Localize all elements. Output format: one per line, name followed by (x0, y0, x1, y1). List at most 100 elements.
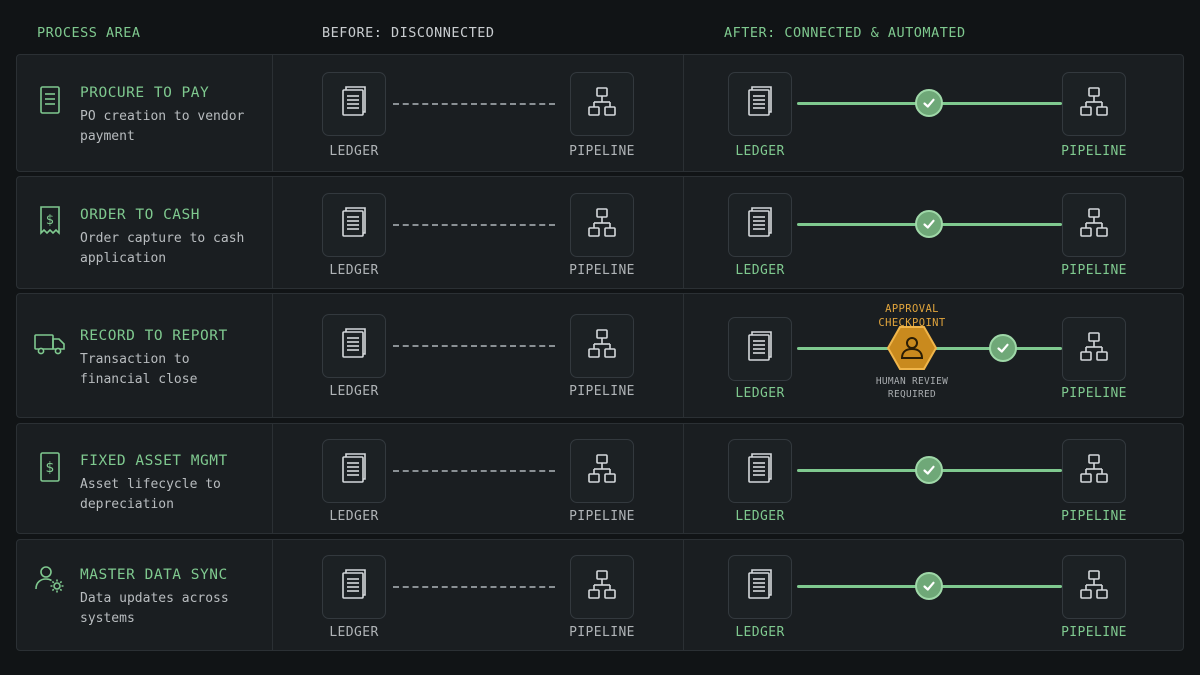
disconnected-dashed-line (393, 586, 555, 588)
column-divider (272, 294, 273, 417)
process-description: Order capture to cash application (80, 231, 245, 266)
after-ledger-label: LEDGER (735, 263, 785, 278)
check-icon (915, 89, 943, 117)
svg-text:$: $ (46, 213, 54, 228)
ledger-icon (743, 206, 777, 244)
column-divider (272, 424, 273, 533)
after-ledger-node (728, 439, 792, 503)
process-row: MASTER DATA SYNC Data updates across syst… (16, 539, 1184, 651)
process-row: $ FIXED ASSET MGMT Asset lifecycle to depr… (16, 423, 1184, 534)
process-title: FIXED ASSET MGMT (80, 453, 228, 469)
disconnected-dashed-line (393, 470, 555, 472)
column-divider (272, 177, 273, 288)
ledger-icon (743, 452, 777, 490)
disconnected-dashed-line (393, 103, 555, 105)
pipeline-icon (585, 452, 619, 490)
process-title: ORDER TO CASH (80, 207, 200, 223)
disconnected-dashed-line (393, 345, 555, 347)
before-ledger-node (322, 314, 386, 378)
after-ledger-label: LEDGER (735, 386, 785, 401)
ledger-icon (337, 206, 371, 244)
user-gear-icon (33, 562, 67, 596)
after-ledger-node (728, 72, 792, 136)
after-ledger-node (728, 555, 792, 619)
before-ledger-label: LEDGER (329, 625, 379, 640)
process-title: RECORD TO REPORT (80, 328, 228, 344)
pipeline-icon (585, 327, 619, 365)
process-row: RECORD TO REPORT Transaction to financial… (16, 293, 1184, 418)
after-pipeline-node (1062, 72, 1126, 136)
before-pipeline-label: PIPELINE (569, 625, 635, 640)
before-pipeline-label: PIPELINE (569, 263, 635, 278)
pipeline-icon (585, 206, 619, 244)
after-pipeline-node (1062, 193, 1126, 257)
document-icon (33, 83, 67, 117)
ledger-icon (743, 85, 777, 123)
check-icon (915, 456, 943, 484)
after-pipeline-label: PIPELINE (1061, 263, 1127, 278)
after-pipeline-label: PIPELINE (1061, 144, 1127, 159)
process-description: Transaction to financial close (80, 352, 198, 387)
before-pipeline-node (570, 193, 634, 257)
human-review-note: HUMAN REVIEW REQUIRED (875, 376, 949, 400)
before-ledger-node (322, 72, 386, 136)
dollar-document-icon: $ (33, 450, 67, 484)
before-ledger-node (322, 193, 386, 257)
process-title: PROCURE TO PAY (80, 85, 210, 101)
before-ledger-label: LEDGER (329, 509, 379, 524)
after-pipeline-node (1062, 555, 1126, 619)
before-pipeline-node (570, 72, 634, 136)
before-pipeline-node (570, 439, 634, 503)
before-pipeline-label: PIPELINE (569, 144, 635, 159)
header-before: BEFORE: DISCONNECTED (322, 25, 495, 41)
pipeline-icon (585, 85, 619, 123)
truck-icon (33, 326, 67, 360)
process-description: PO creation to vendor payment (80, 109, 245, 144)
header-process-area: PROCESS AREA (37, 25, 141, 41)
after-ledger-label: LEDGER (735, 625, 785, 640)
before-ledger-label: LEDGER (329, 384, 379, 399)
check-icon (989, 334, 1017, 362)
column-divider (683, 424, 684, 533)
after-pipeline-node (1062, 317, 1126, 381)
before-pipeline-node (570, 555, 634, 619)
pipeline-icon (1077, 452, 1111, 490)
process-row: PROCURE TO PAY PO creation to vendor paym… (16, 54, 1184, 172)
column-divider (683, 55, 684, 171)
before-pipeline-label: PIPELINE (569, 384, 635, 399)
column-divider (683, 177, 684, 288)
pipeline-icon (1077, 206, 1111, 244)
ledger-icon (743, 568, 777, 606)
ledger-icon (337, 452, 371, 490)
process-row: $ ORDER TO CASH Order capture to cash appl… (16, 176, 1184, 289)
after-ledger-node (728, 193, 792, 257)
after-pipeline-label: PIPELINE (1061, 386, 1127, 401)
disconnected-dashed-line (393, 224, 555, 226)
after-pipeline-node (1062, 439, 1126, 503)
column-divider (272, 540, 273, 650)
before-ledger-label: LEDGER (329, 144, 379, 159)
receipt-dollar-icon: $ (33, 203, 67, 237)
pipeline-icon (1077, 568, 1111, 606)
ledger-icon (743, 330, 777, 368)
check-icon (915, 572, 943, 600)
before-pipeline-node (570, 314, 634, 378)
after-pipeline-label: PIPELINE (1061, 509, 1127, 524)
after-ledger-label: LEDGER (735, 509, 785, 524)
ledger-icon (337, 568, 371, 606)
after-ledger-label: LEDGER (735, 144, 785, 159)
column-divider (683, 294, 684, 417)
before-ledger-node (322, 555, 386, 619)
pipeline-icon (585, 568, 619, 606)
ledger-icon (337, 327, 371, 365)
before-pipeline-label: PIPELINE (569, 509, 635, 524)
before-ledger-label: LEDGER (329, 263, 379, 278)
header-after: AFTER: CONNECTED & AUTOMATED (724, 25, 966, 41)
pipeline-icon (1077, 330, 1111, 368)
process-description: Asset lifecycle to depreciation (80, 477, 221, 512)
after-pipeline-label: PIPELINE (1061, 625, 1127, 640)
ledger-icon (337, 85, 371, 123)
process-description: Data updates across systems (80, 591, 229, 626)
approval-checkpoint-icon (887, 326, 937, 370)
pipeline-icon (1077, 85, 1111, 123)
